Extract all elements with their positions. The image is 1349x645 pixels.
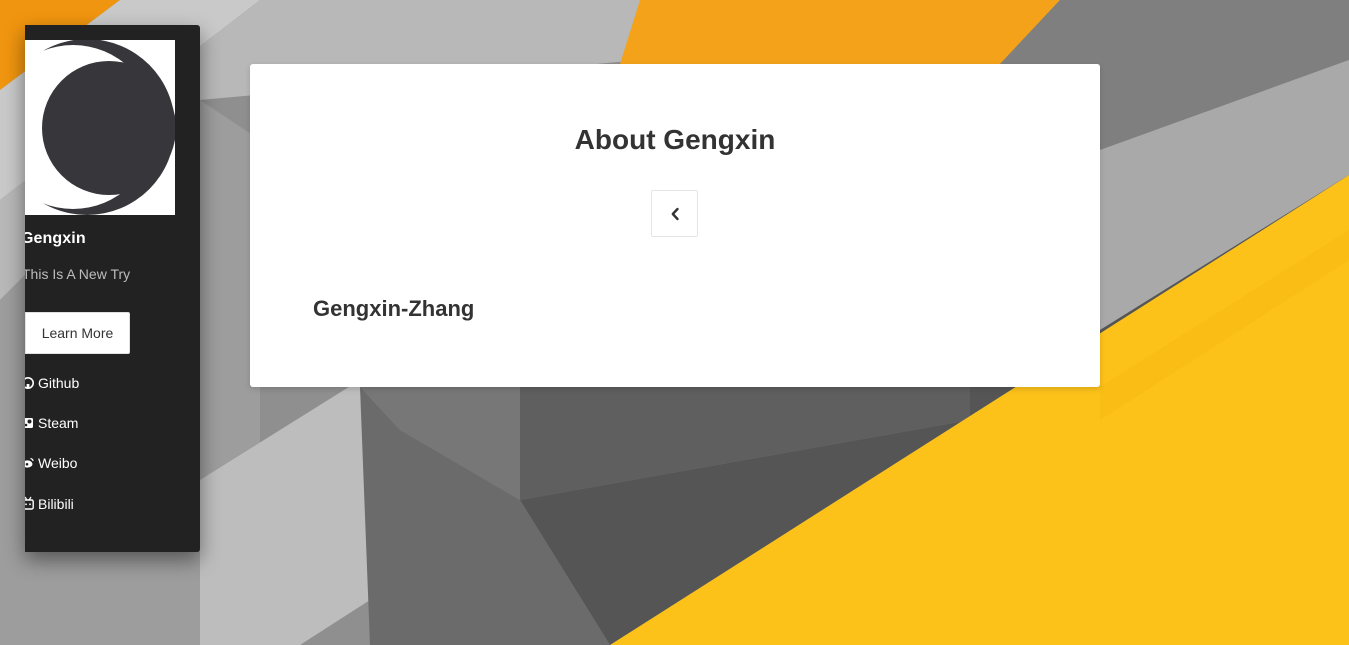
bilibili-link[interactable]: Bilibili xyxy=(25,496,74,512)
github-link-label: Github xyxy=(38,375,80,391)
bilibili-icon xyxy=(25,496,34,512)
weibo-link[interactable]: Weibo xyxy=(25,455,77,471)
chevron-left-icon xyxy=(670,207,680,221)
avatar xyxy=(25,40,175,215)
about-card: About Gengxin Gengxin-Zhang xyxy=(250,64,1100,387)
bilibili-link-label: Bilibili xyxy=(38,496,74,512)
weibo-icon xyxy=(25,457,34,469)
steam-link-label: Steam xyxy=(38,415,79,431)
author-name: Gengxin-Zhang xyxy=(313,296,475,321)
github-icon xyxy=(25,377,34,389)
sidebar: Gengxin This Is A New Try Learn More Git… xyxy=(25,25,200,552)
steam-icon xyxy=(25,417,34,429)
steam-link[interactable]: Steam xyxy=(25,415,78,431)
learn-more-button[interactable]: Learn More xyxy=(25,312,130,354)
site-description: This Is A New Try xyxy=(25,266,131,282)
page-title: About Gengxin xyxy=(574,124,776,155)
weibo-link-label: Weibo xyxy=(38,455,78,471)
moon-logo-icon xyxy=(25,40,175,215)
site-name: Gengxin xyxy=(25,230,86,247)
github-link[interactable]: Github xyxy=(25,375,79,391)
back-button[interactable] xyxy=(651,190,698,237)
